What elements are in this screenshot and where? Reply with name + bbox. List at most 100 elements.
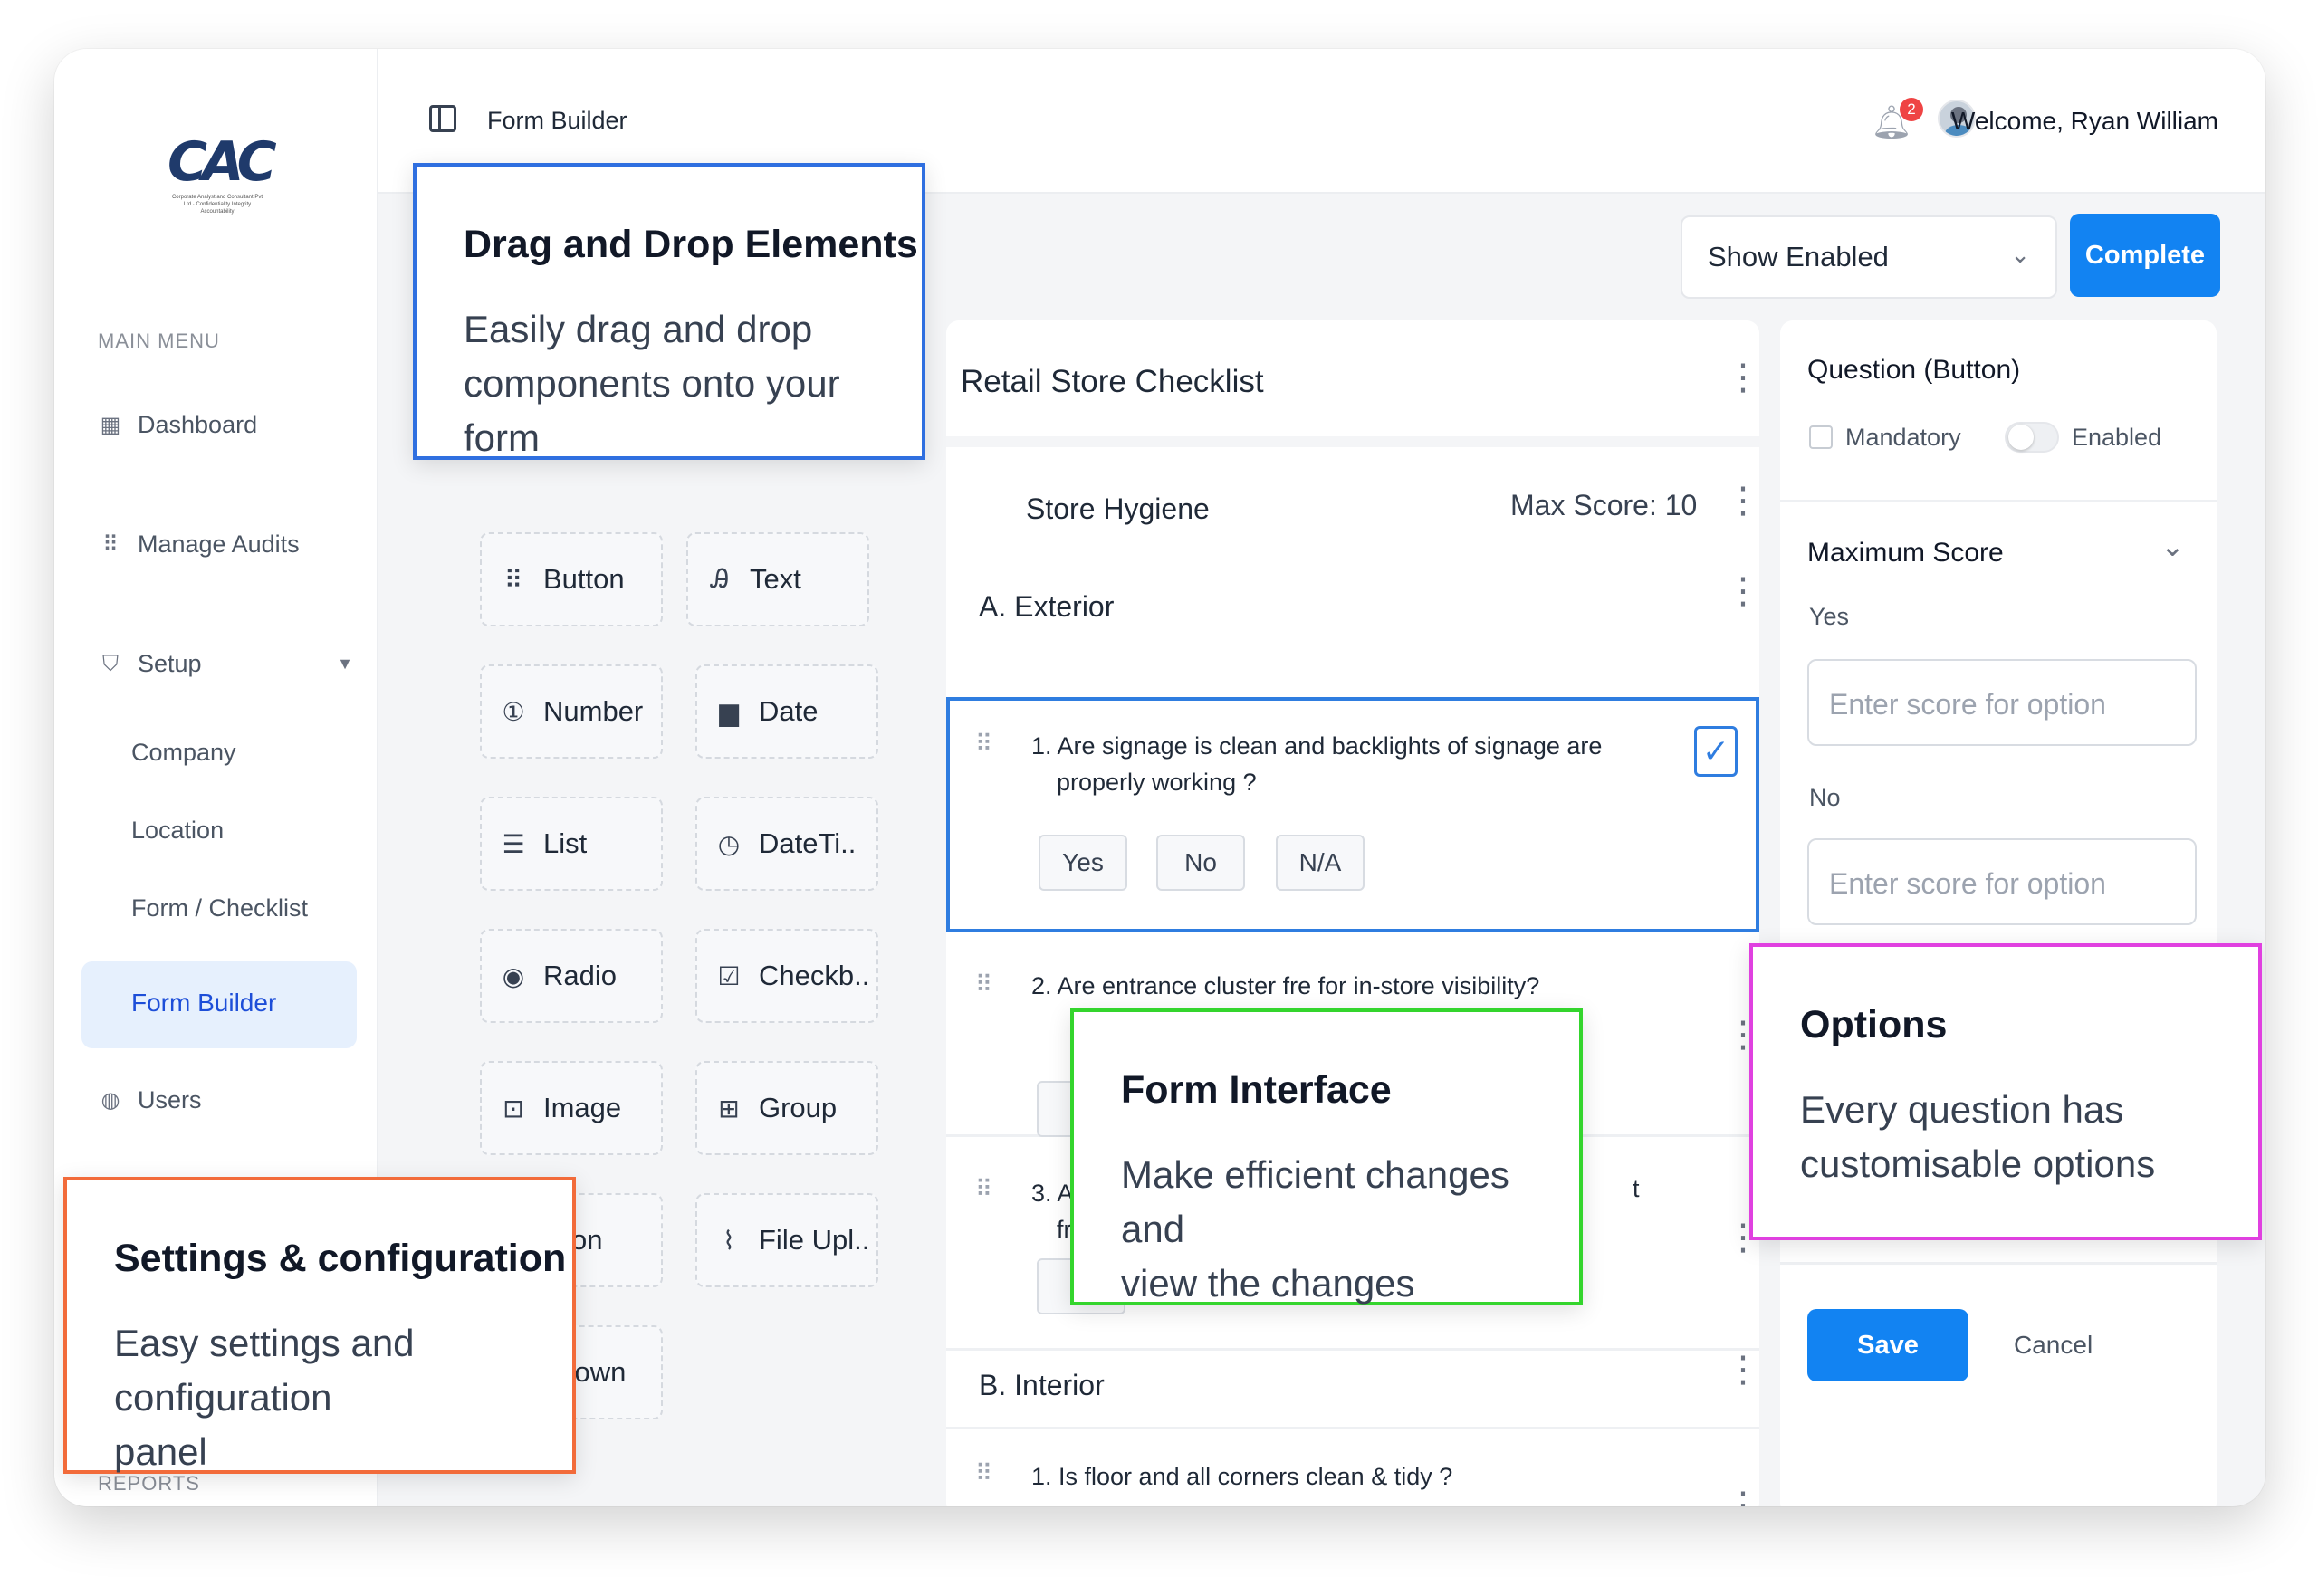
question-text: 3. A fr: [1031, 1175, 1074, 1247]
calendar-icon: ▆: [719, 697, 739, 726]
callout-line: Easy settings and configuration: [114, 1322, 415, 1419]
question-card-selected[interactable]: ⠿ 1. Are signage is clean and backlights…: [946, 697, 1759, 932]
callout-line: Make efficient changes and: [1121, 1153, 1509, 1250]
sidebar-item-dashboard[interactable]: ▦ Dashboard: [100, 411, 257, 439]
globe-icon: ◍: [101, 1087, 120, 1113]
callout-options: Options Every question has customisable …: [1749, 943, 2262, 1240]
palette-tile-number[interactable]: ① Number: [480, 664, 663, 759]
palette-tile-list[interactable]: ☰ List: [480, 797, 663, 891]
tile-label: List: [543, 827, 588, 859]
callout-form-interface: Form Interface Make efficient changes an…: [1070, 1008, 1583, 1305]
caret-down-icon: ▼: [337, 655, 353, 673]
enabled-label: Enabled: [2072, 424, 2162, 451]
grid-icon: ⠿: [102, 531, 119, 557]
save-button[interactable]: Save: [1807, 1309, 1968, 1381]
sidebar-item-label: Users: [138, 1086, 202, 1113]
callout-line: view the changes: [1121, 1262, 1415, 1305]
yes-score-input[interactable]: Enter score for option: [1807, 659, 2197, 746]
tile-label: Button: [543, 563, 625, 595]
main-menu-caption: MAIN MENU: [98, 330, 220, 352]
tile-label: Date: [759, 695, 819, 727]
drag-handle-icon[interactable]: ⠿: [975, 731, 995, 755]
text-icon: Ꭿ: [710, 564, 730, 593]
complete-button[interactable]: Complete: [2070, 214, 2220, 297]
list-icon: ☰: [502, 829, 525, 858]
sidebar-item-setup[interactable]: ⛉ Setup ▼: [100, 650, 353, 678]
callout-title: Options: [1800, 1003, 1948, 1046]
question-line: 3. A: [1031, 1180, 1074, 1207]
more-vertical-icon[interactable]: [1725, 1233, 1743, 1246]
drag-handle-icon[interactable]: ⠿: [975, 1461, 995, 1485]
tile-label: Image: [543, 1092, 622, 1123]
palette-tile-image[interactable]: ⊡ Image: [480, 1061, 663, 1155]
divider: [946, 1427, 1759, 1429]
group-title-interior: B. Interior: [979, 1369, 1105, 1401]
palette-tile-radio[interactable]: ◉ Radio: [480, 929, 663, 1023]
shield-icon: ⛉: [102, 651, 119, 676]
more-vertical-icon[interactable]: [1725, 373, 1743, 386]
sidebar-item-label: Setup: [138, 650, 202, 677]
sidebar-subitem-company[interactable]: Company: [131, 739, 236, 767]
sidebar-item-label: Form Builder: [131, 989, 277, 1017]
option-no[interactable]: No: [1156, 835, 1245, 891]
callout-desc: Easily drag and drop components onto you…: [464, 302, 922, 465]
callout-title: Drag and Drop Elements: [464, 223, 918, 266]
no-score-input[interactable]: Enter score for option: [1807, 838, 2197, 925]
section-max-score: Max Score: 10: [1510, 489, 1698, 521]
palette-tile-text[interactable]: Ꭿ Text: [686, 532, 869, 626]
page-title: Form Builder: [487, 107, 627, 134]
chevron-down-icon[interactable]: ⌄: [2160, 529, 2185, 563]
cancel-button[interactable]: Cancel: [2014, 1331, 2093, 1360]
callout-desc: Every question has customisable options: [1800, 1083, 2155, 1191]
status-filter-select[interactable]: Show Enabled ⌄: [1681, 215, 2057, 299]
question-text: 1. Are signage is clean and backlights o…: [1031, 728, 1602, 800]
more-vertical-icon[interactable]: [1725, 1365, 1743, 1378]
question-card[interactable]: ⠿ 1. Is floor and all corners clean & ti…: [946, 1430, 1759, 1506]
drag-handle-icon[interactable]: ⠿: [975, 1177, 995, 1200]
sidebar-subitem-form-builder[interactable]: Form Builder: [81, 961, 357, 1048]
more-vertical-icon[interactable]: [1725, 1030, 1743, 1043]
more-vertical-icon[interactable]: [1725, 1501, 1743, 1506]
callout-line: customisable options: [1800, 1142, 2156, 1185]
tile-label: Text: [750, 563, 801, 595]
callout-desc: Easy settings and configuration panel: [114, 1316, 572, 1479]
divider: [1780, 1262, 2217, 1265]
image-icon: ⊡: [503, 1094, 524, 1123]
tile-label: Number: [543, 695, 644, 727]
callout-drag-and-drop: Drag and Drop Elements Easily drag and d…: [413, 163, 925, 460]
option-na[interactable]: N/A: [1276, 835, 1365, 891]
sidebar-toggle-icon[interactable]: [429, 105, 456, 132]
more-vertical-icon[interactable]: [1725, 587, 1743, 599]
sidebar-item-users[interactable]: ◍ Users: [100, 1086, 202, 1114]
welcome-text: Welcome, Ryan William: [1950, 107, 2218, 135]
tile-label: Group: [759, 1092, 838, 1123]
palette-tile-file-upload[interactable]: ⌇ File Upl..: [695, 1193, 878, 1287]
callout-title: Settings & configuration: [114, 1237, 567, 1280]
more-vertical-icon[interactable]: [1725, 496, 1743, 509]
callout-line: panel: [114, 1430, 207, 1473]
palette-tile-button[interactable]: ⠿ Button: [480, 532, 663, 626]
chevron-down-icon: ⌄: [2010, 241, 2030, 268]
palette-tile-group[interactable]: ⊞ Group: [695, 1061, 878, 1155]
divider: [946, 436, 1759, 447]
yes-label: Yes: [1809, 603, 1850, 630]
option-yes[interactable]: Yes: [1039, 835, 1127, 891]
sidebar-item-manage-audits[interactable]: ⠿ Manage Audits: [100, 530, 299, 559]
properties-panel: Question (Button) Mandatory Enabled Maxi…: [1780, 320, 2217, 1506]
callout-line: Every question has: [1800, 1088, 2124, 1131]
mandatory-checkbox[interactable]: [1809, 425, 1833, 449]
drag-handle-icon[interactable]: ⠿: [975, 972, 995, 996]
question-text: 2. Are entrance cluster fre for in-store…: [1031, 972, 1540, 999]
palette-tile-datetime[interactable]: ◷ DateTi..: [695, 797, 878, 891]
tile-label: Radio: [543, 960, 617, 991]
palette-tile-date[interactable]: ▆ Date: [695, 664, 878, 759]
sidebar-subitem-location[interactable]: Location: [131, 817, 224, 845]
radio-icon: ◉: [502, 961, 525, 990]
enabled-toggle[interactable]: [2005, 422, 2059, 453]
check-icon[interactable]: ✓: [1694, 726, 1738, 777]
sidebar-subitem-form-checklist[interactable]: Form / Checklist: [131, 894, 308, 922]
tile-label: Checkb..: [759, 960, 870, 991]
question-text: 1. Is floor and all corners clean & tidy…: [1031, 1463, 1453, 1490]
sidebar-item-label: Dashboard: [138, 411, 258, 438]
palette-tile-checkbox[interactable]: ☑ Checkb..: [695, 929, 878, 1023]
